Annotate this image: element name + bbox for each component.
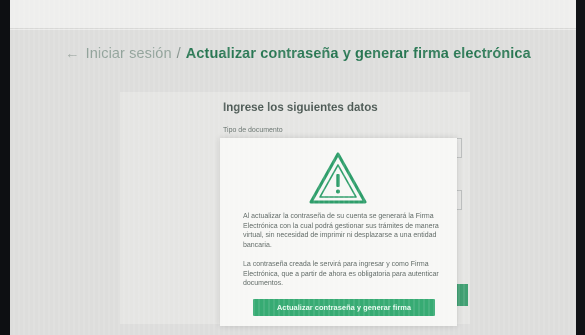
- screen-bezel-right: [576, 0, 585, 335]
- modal-paragraph-2: La contraseña creada le servirá para ing…: [243, 261, 439, 287]
- warning-modal: Al actualizar la contraseña de su cuenta…: [220, 138, 457, 326]
- browser-screen: ← Iniciar sesión / Actualizar contraseña y …: [10, 0, 576, 335]
- warning-icon: [309, 152, 367, 204]
- top-bar: [10, 0, 576, 29]
- screen-bezel-left: [0, 0, 10, 335]
- update-password-button[interactable]: Actualizar contraseña y generar firma: [253, 299, 435, 316]
- modal-paragraph-1: Al actualizar la contraseña de su cuenta…: [243, 213, 439, 249]
